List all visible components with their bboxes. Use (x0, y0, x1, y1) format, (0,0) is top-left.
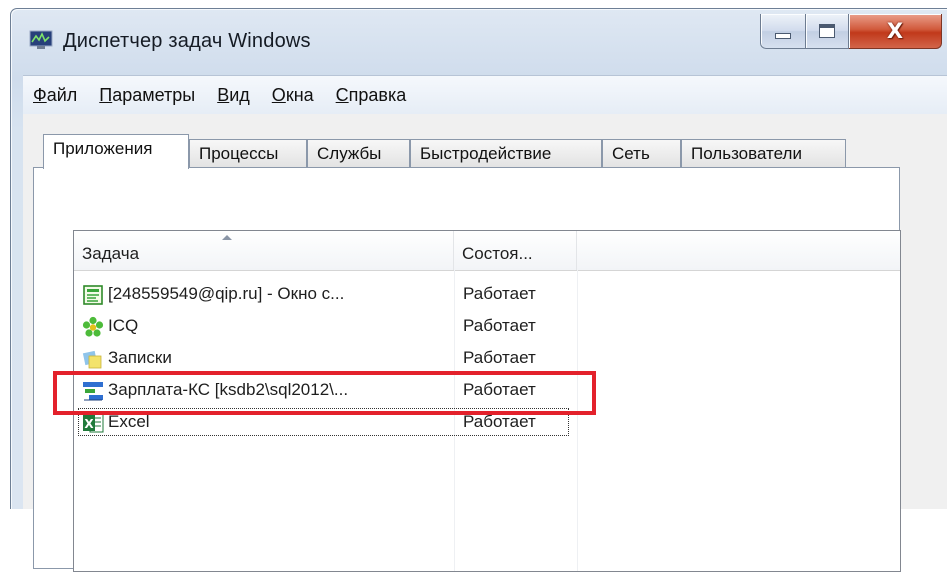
menu-windows-hotkey: О (271, 84, 286, 105)
menu-view-hotkey: В (217, 84, 230, 105)
tab-users[interactable]: Пользователи (681, 139, 846, 167)
menu-view-label: ид (229, 84, 250, 105)
menu-file-hotkey: Ф (33, 84, 47, 105)
menu-windows-label: кна (285, 84, 314, 105)
menu-file[interactable]: Файл (23, 85, 87, 106)
task-name: [248559549@qip.ru] - Окно с... (108, 284, 345, 303)
menu-file-label: айл (46, 84, 78, 105)
list-item[interactable]: ICQ Работает (74, 311, 900, 343)
applications-panel: Задача Состоя... [248559549@qip.ru] - Ок… (33, 167, 901, 572)
menu-help-hotkey: С (335, 84, 349, 105)
red-highlight-annotation (53, 371, 596, 415)
excel-icon: X (82, 412, 104, 434)
close-icon: X (886, 19, 904, 43)
list-header: Задача Состоя... (74, 231, 900, 271)
menu-options-hotkey: П (99, 84, 113, 105)
tab-applications[interactable]: Приложения (43, 134, 189, 169)
menu-bar: Файл Параметры Вид Окна Справка (23, 75, 947, 115)
column-status[interactable]: Состоя... (454, 231, 577, 270)
tab-performance[interactable]: Быстродействие (410, 139, 602, 167)
tab-processes[interactable]: Процессы (189, 139, 307, 167)
qip-chat-icon (82, 284, 104, 306)
menu-view[interactable]: Вид (207, 85, 260, 106)
column-task[interactable]: Задача (74, 231, 454, 270)
svg-text:X: X (84, 417, 94, 431)
task-name: Записки (108, 348, 172, 367)
menu-options-label: араметры (112, 84, 196, 105)
task-status: Работает (463, 316, 536, 335)
minimize-button[interactable] (760, 14, 806, 49)
column-task-label: Задача (82, 244, 140, 263)
list-item[interactable]: [248559549@qip.ru] - Окно с... Работает (74, 279, 900, 311)
maximize-button[interactable] (806, 14, 849, 49)
task-status: Работает (463, 348, 536, 367)
sticky-notes-icon (82, 348, 104, 370)
caption-buttons: X (760, 14, 942, 50)
menu-help-label: правка (348, 84, 407, 105)
task-name: Excel (108, 412, 150, 431)
menu-help[interactable]: Справка (326, 85, 417, 106)
window-title: Диспетчер задач Windows (63, 30, 311, 52)
task-manager-icon (29, 30, 53, 50)
icq-flower-icon (82, 316, 104, 338)
menu-windows[interactable]: Окна (262, 85, 324, 106)
sort-ascending-icon (222, 235, 232, 240)
task-status: Работает (463, 284, 536, 303)
minimize-icon (775, 33, 791, 39)
close-button[interactable]: X (849, 14, 942, 49)
client-area: Приложения Процессы Службы Быстродействи… (23, 114, 947, 572)
tab-services[interactable]: Службы (307, 139, 410, 167)
task-name: ICQ (108, 316, 139, 335)
task-status: Работает (463, 412, 536, 431)
background-edge (0, 0, 10, 508)
maximize-icon (819, 24, 835, 38)
menu-options[interactable]: Параметры (89, 85, 205, 106)
tab-network[interactable]: Сеть (602, 139, 681, 167)
task-manager-window: Диспетчер задач Windows X Файл Параметры… (10, 8, 947, 572)
title-bar[interactable]: Диспетчер задач Windows X (11, 9, 947, 73)
column-status-label: Состоя... (462, 244, 533, 263)
